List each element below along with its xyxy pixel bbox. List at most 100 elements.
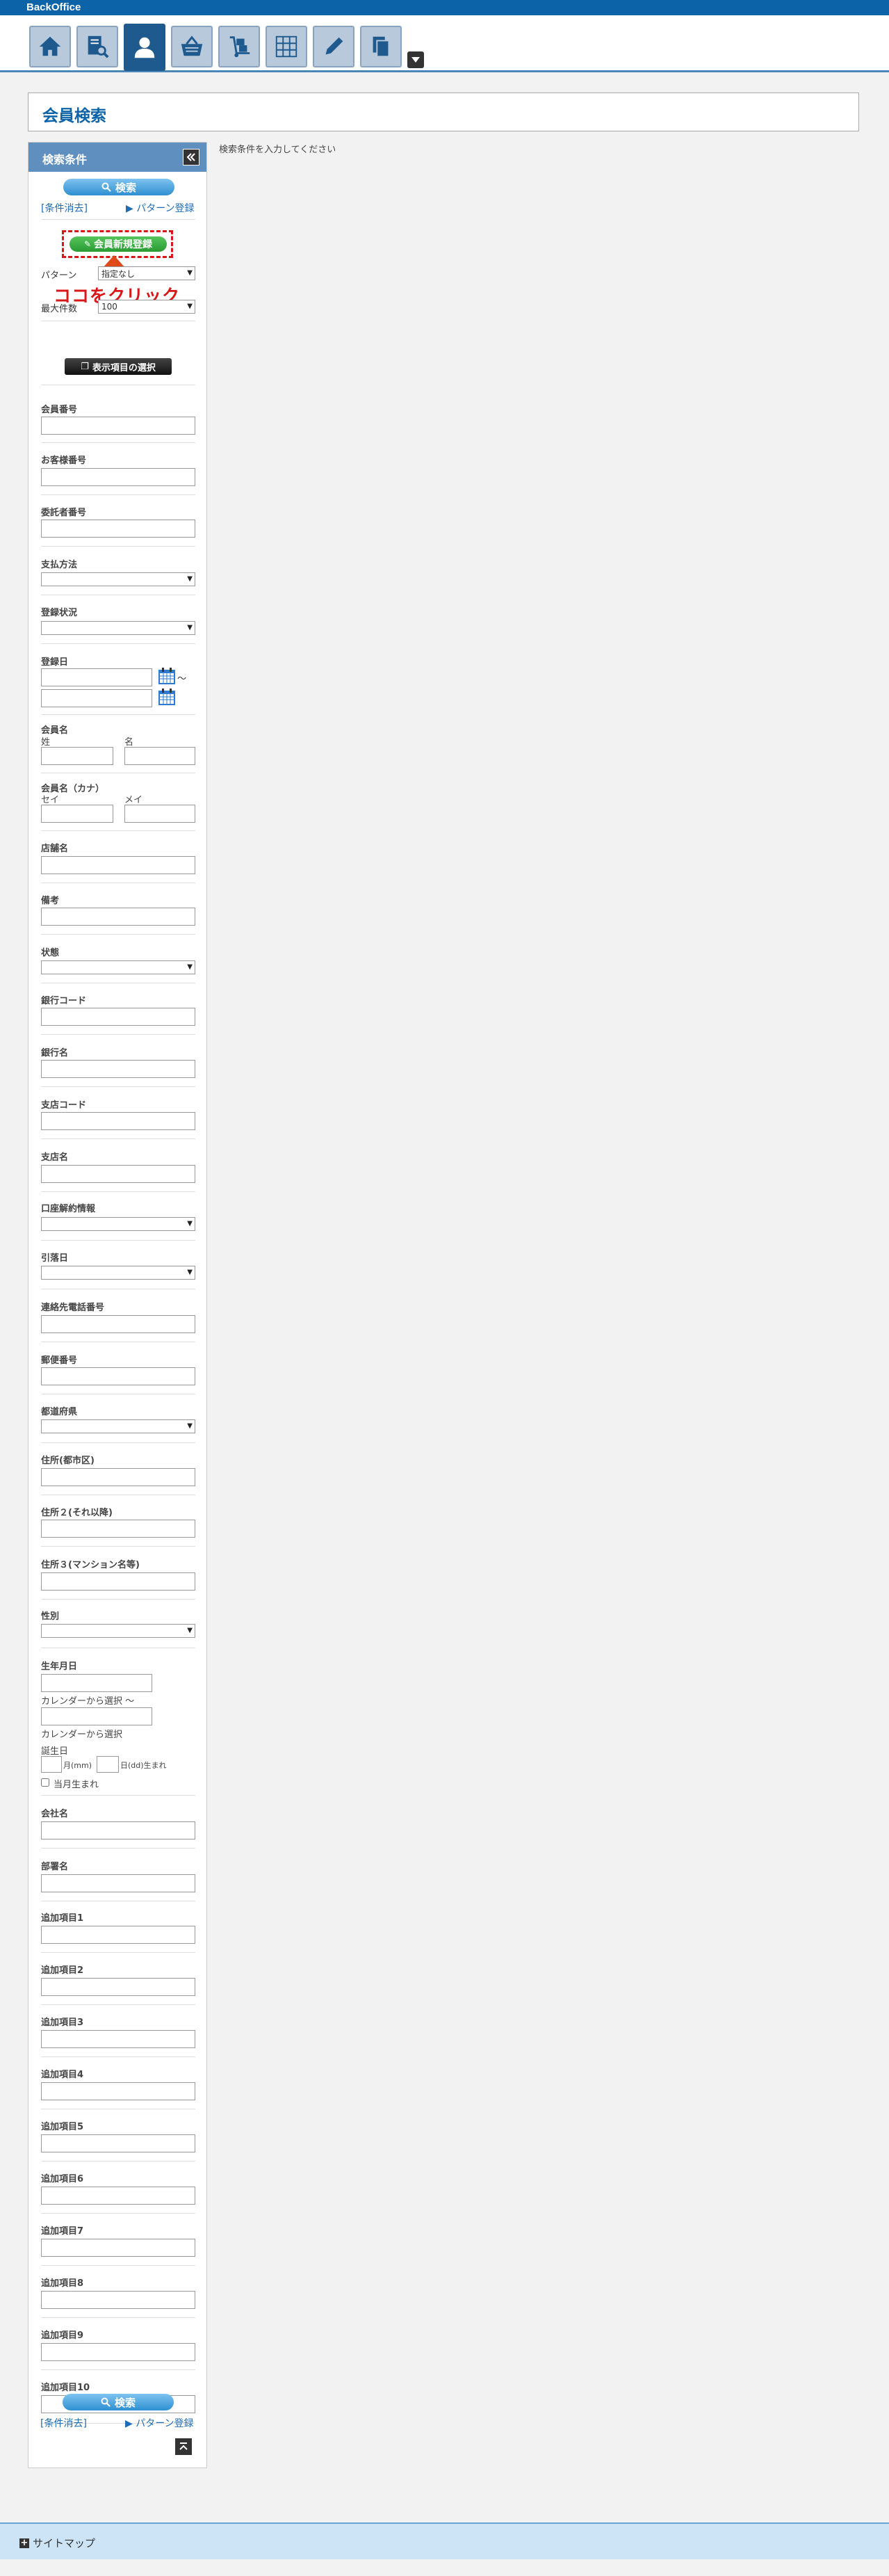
- pattern-register-link[interactable]: ▶ パターン登録: [126, 201, 195, 215]
- nav-search-docs-button[interactable]: [76, 26, 118, 67]
- last-name-input[interactable]: [41, 747, 113, 765]
- mei-label: メイ: [124, 795, 143, 805]
- basket-icon: [181, 35, 203, 56]
- sei-label: セイ: [41, 795, 60, 805]
- state-label: 状態: [41, 948, 60, 958]
- search-button-top[interactable]: 検索: [63, 179, 174, 195]
- nav-documents-button[interactable]: [360, 26, 402, 67]
- nav-home-button[interactable]: [29, 26, 71, 67]
- birth-day-input[interactable]: [97, 1756, 119, 1773]
- nav-edit-button[interactable]: [313, 26, 354, 67]
- state-select[interactable]: [41, 960, 195, 974]
- main-nav: [0, 15, 889, 72]
- remarks-input[interactable]: [41, 908, 195, 926]
- divider: [41, 1191, 195, 1192]
- extra-8-input[interactable]: [41, 2291, 195, 2309]
- branch-code-input[interactable]: [41, 1112, 195, 1130]
- clear-conditions-link-bottom[interactable]: [条件消去]: [40, 2416, 87, 2430]
- edit-icon: ✎: [83, 239, 92, 249]
- new-member-button[interactable]: ✎ 会員新規登録: [70, 236, 167, 252]
- collapse-panel-button[interactable]: [183, 149, 199, 166]
- company-name-input[interactable]: [41, 1821, 195, 1840]
- address-rest-label: 住所２(それ以降): [41, 1508, 113, 1518]
- customer-no-input[interactable]: [41, 468, 195, 486]
- address-city-input[interactable]: [41, 1468, 195, 1486]
- max-count-select[interactable]: 100: [98, 300, 195, 314]
- member-no-input[interactable]: [41, 417, 195, 435]
- calendar-icon[interactable]: [158, 667, 176, 685]
- extra-7-input[interactable]: [41, 2239, 195, 2257]
- sitemap-link[interactable]: + サイトマップ: [19, 2536, 95, 2550]
- divider: [41, 1034, 195, 1035]
- birthdate-from-input[interactable]: [41, 1674, 152, 1692]
- search-button-bottom[interactable]: 検索: [63, 2394, 174, 2410]
- branch-name-input[interactable]: [41, 1165, 195, 1183]
- store-name-label: 店舗名: [41, 844, 69, 854]
- address-rest-input[interactable]: [41, 1520, 195, 1538]
- registration-status-select[interactable]: [41, 621, 195, 635]
- bank-name-input[interactable]: [41, 1060, 195, 1078]
- member-no-label: 会員番号: [41, 405, 78, 415]
- nav-more-button[interactable]: [407, 51, 424, 68]
- extra-2-input[interactable]: [41, 1978, 195, 1996]
- nav-table-button[interactable]: [266, 26, 307, 67]
- divider: [41, 2265, 195, 2266]
- payment-method-select[interactable]: [41, 572, 195, 586]
- contact-phone-input[interactable]: [41, 1315, 195, 1333]
- extra-4-input[interactable]: [41, 2082, 195, 2100]
- divider: [41, 546, 195, 547]
- calendar-link-2[interactable]: カレンダーから選択: [41, 1727, 122, 1740]
- birth-month-input[interactable]: [41, 1756, 62, 1773]
- department-name-input[interactable]: [41, 1874, 195, 1892]
- customer-no-label: お客様番号: [41, 456, 87, 466]
- extra-10-label: 追加項目10: [41, 2383, 90, 2393]
- search-button-label: 検索: [115, 181, 136, 194]
- calendar-link-1[interactable]: カレンダーから選択 ～: [41, 1693, 134, 1707]
- clear-conditions-link[interactable]: [条件消去]: [41, 201, 88, 215]
- registration-date-label: 登録日: [41, 657, 69, 668]
- search-panel: 検索条件 検索 [条件消去] ▶ パターン登録 ✎ 会員新規登録 パターン 指定…: [28, 142, 207, 2468]
- pattern-register-link-bottom[interactable]: ▶ パターン登録: [125, 2416, 194, 2430]
- extra-1-input[interactable]: [41, 1926, 195, 1944]
- store-name-input[interactable]: [41, 856, 195, 874]
- bank-code-input[interactable]: [41, 1008, 195, 1026]
- copy-icon: [373, 36, 390, 58]
- company-name-label: 会社名: [41, 1809, 69, 1819]
- registration-date-from-input[interactable]: [41, 668, 152, 686]
- address-bldg-input[interactable]: [41, 1572, 195, 1591]
- first-name-label: 名: [124, 737, 134, 748]
- withdrawal-date-select[interactable]: [41, 1266, 195, 1280]
- extra-9-input[interactable]: [41, 2343, 195, 2361]
- birthdate-label: 生年月日: [41, 1661, 78, 1672]
- consignor-no-input[interactable]: [41, 520, 195, 538]
- birthdate-to-input[interactable]: [41, 1707, 152, 1725]
- registration-date-to-input[interactable]: [41, 689, 152, 707]
- bank-name-label: 銀行名: [41, 1048, 69, 1058]
- extra-5-input[interactable]: [41, 2134, 195, 2152]
- scroll-top-button[interactable]: [175, 2438, 192, 2455]
- nav-shipping-button[interactable]: [218, 26, 260, 67]
- pattern-label: パターン: [41, 271, 77, 281]
- gender-select[interactable]: [41, 1624, 195, 1638]
- triangle-right-icon: ▶: [126, 203, 137, 214]
- postal-code-input[interactable]: [41, 1367, 195, 1385]
- department-name-label: 部署名: [41, 1862, 69, 1872]
- nav-basket-button[interactable]: [171, 26, 213, 67]
- divider: [41, 2213, 195, 2214]
- calendar-icon[interactable]: [158, 688, 176, 706]
- prefecture-select[interactable]: [41, 1419, 195, 1433]
- mei-input[interactable]: [124, 805, 195, 823]
- first-name-input[interactable]: [124, 747, 195, 765]
- pattern-select[interactable]: 指定なし: [98, 266, 195, 280]
- double-chevron-left-icon: [186, 153, 195, 161]
- sei-input[interactable]: [41, 805, 113, 823]
- grid-icon: [275, 35, 297, 58]
- document-search-icon: [88, 35, 109, 58]
- nav-member-button[interactable]: [124, 24, 165, 71]
- pencil-icon: [325, 37, 343, 55]
- account-cancel-select[interactable]: [41, 1217, 195, 1231]
- this-month-born-checkbox[interactable]: [41, 1778, 49, 1787]
- display-items-button[interactable]: ❐ 表示項目の選択: [65, 358, 172, 375]
- extra-3-input[interactable]: [41, 2030, 195, 2048]
- extra-6-input[interactable]: [41, 2187, 195, 2205]
